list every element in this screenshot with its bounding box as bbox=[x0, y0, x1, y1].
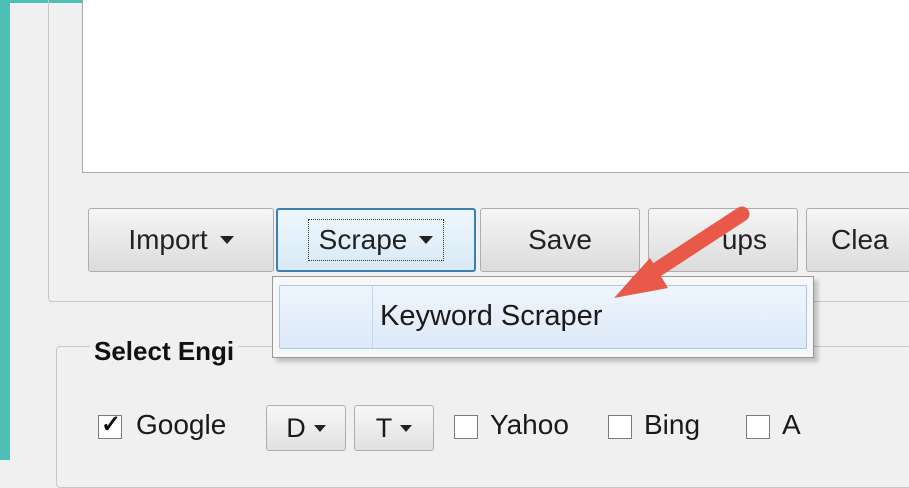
google-dropdown-t-label: T bbox=[375, 412, 393, 443]
menu-item-keyword-scraper[interactable]: Keyword Scraper bbox=[279, 285, 807, 349]
caret-down-icon bbox=[419, 236, 434, 244]
google-checkbox[interactable]: ✓ bbox=[98, 411, 122, 439]
check-icon: ✓ bbox=[101, 411, 122, 438]
keywords-textarea[interactable] bbox=[82, 0, 909, 173]
save-button-label: Save bbox=[528, 224, 592, 255]
yahoo-label: Yahoo bbox=[490, 409, 569, 440]
dups-button-label: ups bbox=[721, 224, 767, 255]
window-left-border bbox=[0, 0, 10, 460]
select-engines-title: Select Engi bbox=[90, 336, 239, 367]
dups-button[interactable]: ups bbox=[648, 208, 798, 272]
caret-down-icon bbox=[219, 236, 234, 244]
a-checkbox[interactable] bbox=[746, 415, 770, 439]
yahoo-checkbox[interactable] bbox=[454, 415, 478, 439]
a-label: A bbox=[782, 409, 801, 440]
google-dropdown-d-label: D bbox=[286, 412, 306, 443]
focus-rectangle: Scrape bbox=[307, 219, 445, 261]
save-button[interactable]: Save bbox=[480, 208, 640, 272]
app-window: Import Scrape Save ups Clea Select Engi … bbox=[10, 0, 909, 488]
google-dropdown-d[interactable]: D bbox=[266, 405, 346, 451]
scrape-dropdown-menu: Keyword Scraper bbox=[272, 276, 814, 358]
import-button-label: Import bbox=[128, 224, 208, 255]
clear-button-label: Clea bbox=[831, 224, 889, 255]
google-dropdown-t[interactable]: T bbox=[354, 405, 434, 451]
bing-label: Bing bbox=[644, 409, 701, 440]
scrape-button-label: Scrape bbox=[318, 224, 408, 255]
menu-item-label: Keyword Scraper bbox=[380, 300, 603, 332]
caret-down-icon bbox=[313, 424, 326, 432]
caret-down-icon bbox=[400, 424, 413, 432]
import-button[interactable]: Import bbox=[88, 208, 274, 272]
google-label: Google bbox=[136, 409, 227, 440]
clear-button[interactable]: Clea bbox=[806, 208, 909, 272]
bing-checkbox[interactable] bbox=[608, 415, 632, 439]
menu-icon-gutter bbox=[372, 286, 373, 348]
scrape-button[interactable]: Scrape bbox=[276, 208, 476, 272]
